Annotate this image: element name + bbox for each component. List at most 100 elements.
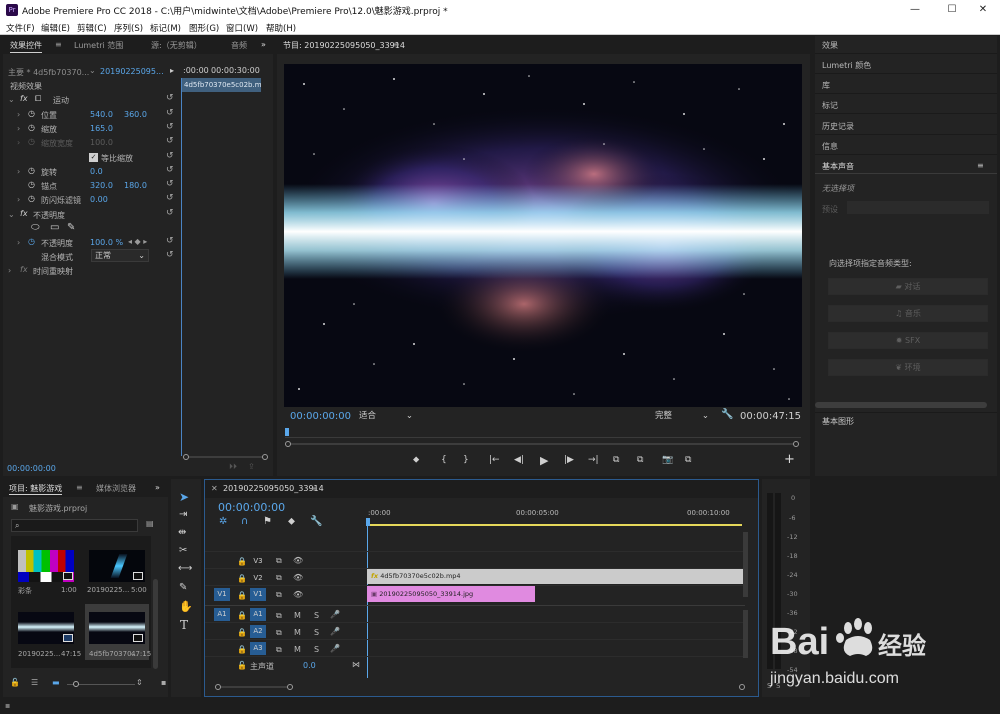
go-to-next-edit-icon[interactable]: ⋈ bbox=[352, 660, 360, 669]
opacity-section-reset-icon[interactable]: ↺ bbox=[166, 208, 174, 218]
minimize-button[interactable]: — bbox=[900, 3, 930, 17]
lock-icon[interactable]: 🔒 bbox=[237, 591, 247, 600]
timeline-zoom-scroller[interactable] bbox=[215, 684, 745, 690]
motion-transform-icon[interactable]: ⧠ bbox=[35, 94, 41, 104]
snap-icon[interactable]: ∩ bbox=[241, 516, 248, 527]
rectangle-mask-icon[interactable]: ▭ bbox=[50, 222, 59, 233]
go-to-in-icon[interactable]: |← bbox=[489, 455, 500, 465]
new-bin-icon[interactable]: ▤ bbox=[146, 519, 154, 528]
opacity-keyframe-nav-icon[interactable]: ◂ ◆ ▸ bbox=[128, 237, 147, 246]
slip-tool-icon[interactable]: ⟷ bbox=[178, 563, 192, 574]
music-type-button[interactable]: ♫ 音乐 bbox=[828, 305, 988, 322]
anti-flicker-value[interactable]: 0.00 bbox=[90, 195, 108, 204]
blend-mode-select[interactable]: 正常 ⌄ bbox=[91, 249, 149, 262]
maximize-button[interactable]: ☐ bbox=[937, 3, 967, 17]
opacity-section-expand-icon[interactable]: ⌄ bbox=[8, 210, 15, 219]
panel-effects[interactable]: 效果 bbox=[822, 40, 838, 51]
menu-sequence[interactable]: 序列(S) bbox=[114, 22, 143, 34]
tab-source[interactable]: 源:（无剪辑） bbox=[151, 40, 202, 51]
export-frame-icon[interactable]: 📷 bbox=[662, 455, 673, 465]
mini-zoom-scroller[interactable] bbox=[183, 454, 271, 460]
microphone-icon[interactable]: 🎤 bbox=[330, 610, 340, 619]
program-zoom-scroller[interactable] bbox=[285, 441, 801, 447]
opacity-stopwatch-icon[interactable]: ◷ bbox=[28, 237, 35, 246]
menu-help[interactable]: 帮助(H) bbox=[266, 22, 296, 34]
tabs-overflow-icon[interactable]: » bbox=[261, 40, 266, 49]
scale-expand-icon[interactable]: › bbox=[17, 124, 20, 133]
panel-essential-graphics[interactable]: 基本图形 bbox=[822, 416, 854, 427]
panel-libraries[interactable]: 库 bbox=[822, 80, 830, 91]
position-x-value[interactable]: 540.0 bbox=[90, 110, 113, 119]
tabs-overflow-icon[interactable]: » bbox=[155, 483, 160, 492]
add-marker-icon[interactable]: ⬥ bbox=[288, 516, 295, 527]
mark-in-icon[interactable]: { bbox=[441, 455, 447, 465]
export-icon[interactable]: ⇪ bbox=[248, 462, 255, 471]
linked-selection-icon[interactable]: ⚑ bbox=[263, 516, 272, 527]
mute-a2[interactable]: M bbox=[294, 628, 301, 637]
pen-mask-icon[interactable]: ✎ bbox=[67, 222, 75, 233]
position-stopwatch-icon[interactable]: ◷ bbox=[28, 109, 35, 118]
play-only-icon[interactable]: ▸ bbox=[170, 66, 174, 75]
timeline-playhead-handle[interactable] bbox=[366, 518, 370, 526]
eye-icon[interactable]: 👁 bbox=[293, 590, 303, 599]
lock-icon[interactable]: 🔒 bbox=[237, 628, 247, 637]
program-timecode[interactable]: 00:00:00:00 bbox=[290, 411, 351, 422]
comparison-view-icon[interactable]: ⧉ bbox=[685, 455, 691, 465]
solo-a2[interactable]: S bbox=[314, 628, 319, 637]
opacity-expand-icon[interactable]: › bbox=[17, 238, 20, 247]
timeline-timecode[interactable]: 00:00:00:00 bbox=[218, 501, 285, 514]
microphone-icon[interactable]: 🎤 bbox=[330, 627, 340, 636]
zoom-fit-select[interactable]: 适合 ⌄ bbox=[359, 410, 415, 423]
tab-menu-icon[interactable]: ≡ bbox=[55, 40, 62, 49]
ellipse-mask-icon[interactable]: ⬭ bbox=[31, 222, 40, 233]
time-remap-expand-icon[interactable]: › bbox=[8, 266, 11, 275]
sync-lock-icon[interactable]: ⧉ bbox=[276, 628, 282, 638]
effect-controls-timecode[interactable]: 00:00:00:00 bbox=[7, 464, 56, 473]
menu-marker[interactable]: 标记(M) bbox=[150, 22, 181, 34]
audio-tracks-scrollbar[interactable] bbox=[743, 610, 748, 658]
tab-project[interactable]: 项目: 魅影游戏 bbox=[9, 483, 63, 495]
track-target-a2[interactable]: A2 bbox=[250, 625, 266, 638]
essential-sound-scrollbar[interactable] bbox=[815, 402, 987, 408]
nest-toggle-icon[interactable]: ✲ bbox=[219, 516, 227, 527]
tab-effect-controls[interactable]: 效果控件 bbox=[10, 40, 42, 53]
project-item-thumb-color-bars[interactable] bbox=[18, 550, 74, 582]
mini-playhead[interactable] bbox=[181, 78, 182, 456]
clip-dropdown[interactable]: 20190225095... bbox=[100, 67, 164, 76]
sync-lock-icon[interactable]: ⧉ bbox=[276, 573, 282, 583]
lock-icon[interactable]: 🔓 bbox=[10, 678, 20, 687]
tab-audio[interactable]: 音频 bbox=[231, 40, 247, 51]
eye-icon[interactable]: 👁 bbox=[293, 556, 303, 565]
anti-flicker-expand-icon[interactable]: › bbox=[17, 195, 20, 204]
anti-flicker-reset-icon[interactable]: ↺ bbox=[166, 193, 174, 203]
solo-a1[interactable]: S bbox=[314, 611, 319, 620]
position-expand-icon[interactable]: › bbox=[17, 110, 20, 119]
timeline-clip-v2[interactable]: fx 4d5fb70370e5c02b.mp4 bbox=[367, 569, 743, 584]
track-select-tool-icon[interactable]: ⇥ bbox=[179, 509, 187, 520]
timeline-settings-wrench-icon[interactable]: 🔧 bbox=[310, 516, 322, 527]
work-area-bar[interactable] bbox=[366, 524, 742, 526]
rotation-stopwatch-icon[interactable]: ◷ bbox=[28, 166, 35, 175]
lock-icon[interactable]: 🔒 bbox=[237, 574, 247, 583]
project-item-thumb-video[interactable] bbox=[89, 612, 145, 644]
scale-reset-icon[interactable]: ↺ bbox=[166, 122, 174, 132]
menu-clip[interactable]: 剪辑(C) bbox=[77, 22, 107, 34]
lift-icon[interactable]: ⧉ bbox=[613, 455, 619, 465]
thumbnail-size-slider[interactable] bbox=[67, 681, 135, 687]
button-editor-add-icon[interactable]: + bbox=[784, 452, 795, 467]
project-search-input[interactable]: ⌕ bbox=[11, 519, 138, 532]
timeline-clip-v1[interactable]: ▣ 20190225095050_33914.jpg bbox=[367, 586, 535, 602]
panel-markers[interactable]: 标记 bbox=[822, 100, 838, 111]
position-reset-icon[interactable]: ↺ bbox=[166, 108, 174, 118]
opacity-value[interactable]: 100.0 % bbox=[90, 238, 123, 247]
program-video-frame[interactable] bbox=[284, 64, 802, 407]
sync-lock-icon[interactable]: ⧉ bbox=[276, 645, 282, 655]
position-y-value[interactable]: 360.0 bbox=[124, 110, 147, 119]
track-target-v1[interactable]: V1 bbox=[250, 588, 266, 601]
anchor-x-value[interactable]: 320.0 bbox=[90, 181, 113, 190]
sync-lock-icon[interactable]: ⧉ bbox=[276, 590, 282, 600]
opacity-fx-icon[interactable]: fx bbox=[20, 209, 28, 218]
scale-value[interactable]: 165.0 bbox=[90, 124, 113, 133]
rotation-reset-icon[interactable]: ↺ bbox=[166, 165, 174, 175]
clip-dropdown-arrow-icon[interactable]: ⌄ bbox=[89, 66, 96, 75]
